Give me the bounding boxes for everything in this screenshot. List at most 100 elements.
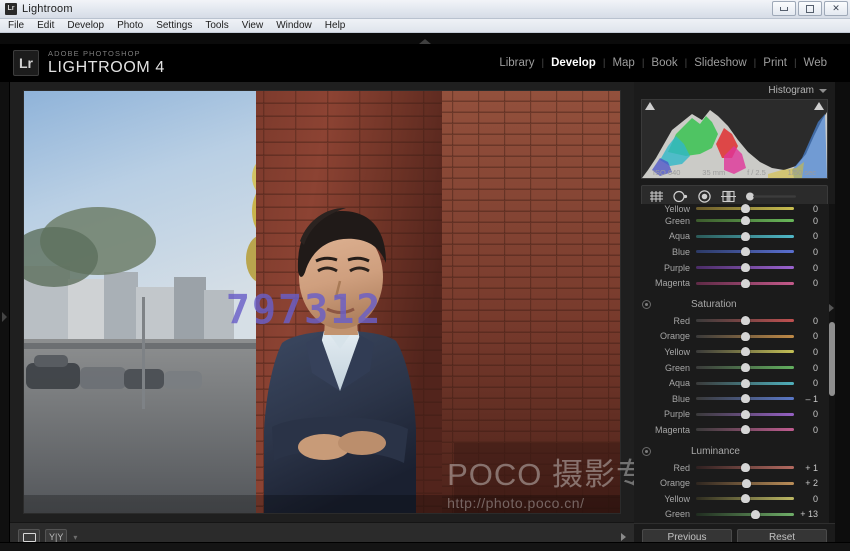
hsl-slider-knob[interactable] [741,204,750,213]
chevron-down-icon[interactable] [819,89,827,93]
left-panel-toggle[interactable] [0,82,10,551]
identity-subtitle: ADOBE PHOTOSHOP [48,50,165,58]
hsl-slider-knob[interactable] [742,479,751,488]
hsl-slider-track[interactable] [696,215,794,226]
hsl-slider-track[interactable] [696,424,794,435]
photo-watermark-number: 797312 [226,287,383,333]
hsl-slider-row[interactable]: Yellow0 [634,344,829,360]
hsl-slider-row[interactable]: Green+ 13 [634,507,829,523]
hsl-slider-knob[interactable] [741,425,750,434]
hsl-slider-row[interactable]: Orange0 [634,329,829,345]
chevron-down-icon[interactable]: ▾ [73,533,77,542]
hsl-slider-knob[interactable] [741,394,750,403]
hsl-slider-row[interactable]: Red+ 1 [634,460,829,476]
hsl-slider-value: + 2 [796,478,822,488]
hsl-slider-knob[interactable] [741,216,750,225]
hsl-slider-row[interactable]: Orange+ 2 [634,475,829,491]
histogram[interactable]: ISO 640 35 mm f / 2.5 1/50 sec [641,99,828,179]
center-pane: 797312 POCO 摄影专题 http://photo.poco.cn/ Y… [10,82,634,551]
crop-overlay-icon[interactable] [649,190,664,203]
minimize-icon [780,7,788,11]
module-book[interactable]: Book [644,57,684,69]
window-title: Lightroom [22,3,73,15]
hsl-slider-row[interactable]: Green0 [634,213,829,229]
window-title-bar: Lr Lightroom ✕ [0,0,850,19]
hsl-slider-knob[interactable] [741,247,750,256]
menu-item-edit[interactable]: Edit [37,20,54,31]
hsl-slider-row[interactable]: Green0 [634,360,829,376]
hsl-slider-knob[interactable] [741,379,750,388]
hsl-slider-row[interactable]: Magenta0 [634,422,829,438]
hsl-slider-knob[interactable] [741,316,750,325]
hsl-slider-track[interactable] [696,478,794,489]
shadow-clipping-indicator[interactable] [645,102,655,110]
target-adjust-icon[interactable] [642,300,651,309]
hsl-slider-row[interactable]: Red0 [634,313,829,329]
hsl-slider-knob[interactable] [751,510,760,519]
minimize-button[interactable] [772,1,796,16]
identity-plate: ADOBE PHOTOSHOP LIGHTROOM 4 [48,50,165,76]
maximize-button[interactable] [798,1,822,16]
hsl-slider-track[interactable] [696,204,794,214]
module-web[interactable]: Web [797,57,834,69]
hsl-slider-track[interactable] [696,393,794,404]
hsl-slider-row[interactable]: Purple0 [634,407,829,423]
module-print[interactable]: Print [756,57,794,69]
hsl-slider-track[interactable] [696,231,794,242]
menu-item-help[interactable]: Help [325,20,346,31]
module-develop[interactable]: Develop [544,57,603,69]
menu-item-settings[interactable]: Settings [156,20,192,31]
top-panel-collapse-bar[interactable] [0,33,850,44]
hsl-slider-row[interactable]: Magenta0 [634,275,829,291]
hsl-slider-row[interactable]: Yellow0 [634,491,829,507]
close-button[interactable]: ✕ [824,1,848,16]
hsl-slider-knob[interactable] [741,279,750,288]
hsl-slider-knob[interactable] [741,232,750,241]
hsl-slider-track[interactable] [696,246,794,257]
module-slideshow[interactable]: Slideshow [687,57,753,69]
hsl-slider-track[interactable] [696,262,794,273]
hsl-slider-track[interactable] [696,346,794,357]
hsl-slider-knob[interactable] [741,494,750,503]
hsl-slider-row[interactable]: Purple0 [634,260,829,276]
hsl-slider-track[interactable] [696,315,794,326]
hsl-slider-track[interactable] [696,462,794,473]
hsl-slider-knob[interactable] [741,410,750,419]
menu-item-photo[interactable]: Photo [117,20,143,31]
menu-item-tools[interactable]: Tools [205,20,228,31]
hsl-slider-track[interactable] [696,493,794,504]
right-panel-edge[interactable] [835,82,850,551]
hsl-slider-track[interactable] [696,409,794,420]
toolbar-expand-icon[interactable] [621,533,626,541]
menu-item-develop[interactable]: Develop [67,20,104,31]
module-library[interactable]: Library [492,57,541,69]
menu-item-file[interactable]: File [8,20,24,31]
module-map[interactable]: Map [605,57,641,69]
hsl-slider-row[interactable]: Aqua0 [634,229,829,245]
hsl-slider-label: Orange [638,331,696,341]
hsl-slider-row[interactable]: Aqua0 [634,375,829,391]
adjustment-brush-icon[interactable] [745,190,797,203]
filmstrip-edge [0,542,850,551]
hsl-slider-row[interactable]: Blue0 [634,244,829,260]
hsl-slider-knob[interactable] [741,363,750,372]
hsl-slider-track[interactable] [696,278,794,289]
hsl-slider-knob[interactable] [741,347,750,356]
hsl-slider-track[interactable] [696,509,794,520]
hsl-slider-track[interactable] [696,362,794,373]
hsl-slider-row[interactable]: Blue– 1 [634,391,829,407]
spot-removal-icon[interactable] [673,190,688,203]
hsl-slider-track[interactable] [696,378,794,389]
highlight-clipping-indicator[interactable] [814,102,824,110]
red-eye-correction-icon[interactable] [697,190,712,203]
target-adjust-icon[interactable] [642,447,651,456]
histogram-header[interactable]: Histogram [634,82,835,99]
hsl-slider-knob[interactable] [741,463,750,472]
hsl-slider-track[interactable] [696,331,794,342]
hsl-slider-knob[interactable] [741,263,750,272]
menu-item-window[interactable]: Window [276,20,312,31]
graduated-filter-icon[interactable] [721,190,736,203]
hsl-slider-knob[interactable] [741,332,750,341]
menu-item-view[interactable]: View [242,20,264,31]
hsl-slider-row[interactable]: Yellow0 [634,204,829,213]
